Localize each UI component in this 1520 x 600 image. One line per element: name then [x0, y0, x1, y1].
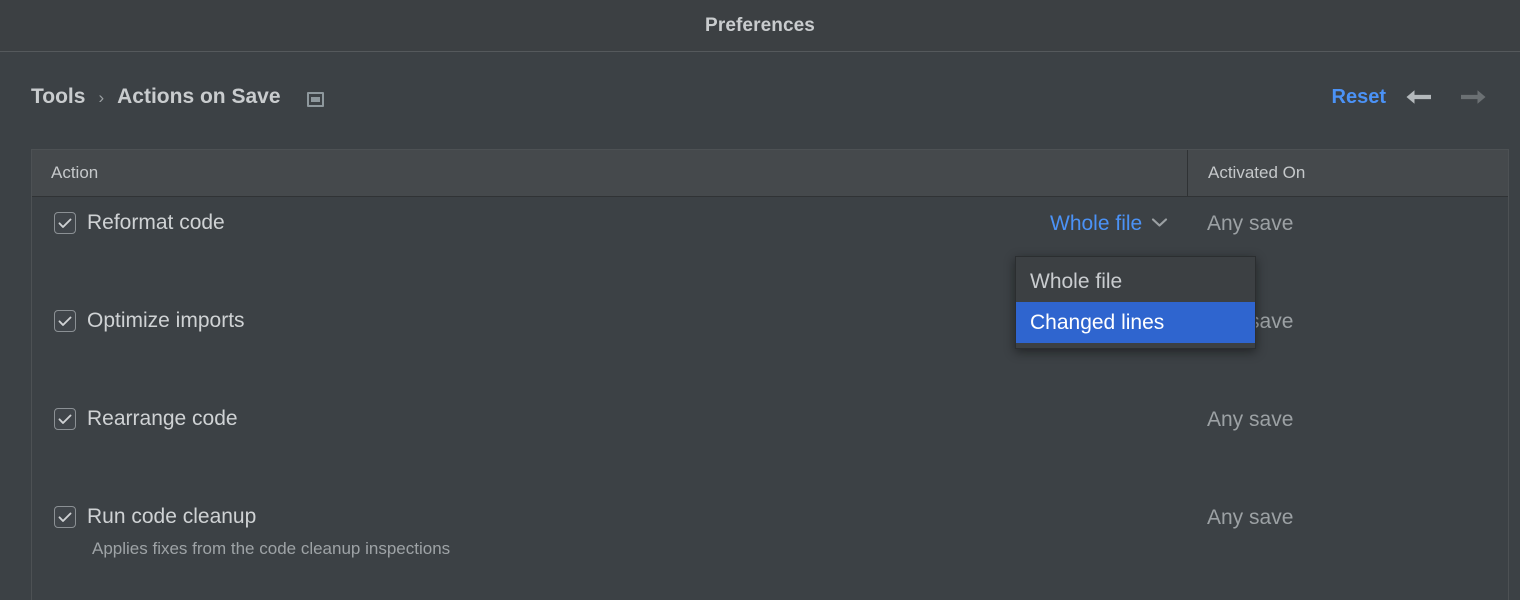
arrow-right-icon[interactable] [1446, 77, 1500, 117]
checkbox-reformat-code[interactable] [54, 212, 76, 234]
table-row[interactable]: Reformat code Whole file Any save [32, 197, 1508, 295]
column-header-action[interactable]: Action [32, 150, 1187, 196]
row-label: Reformat code [87, 211, 225, 234]
cell-action: Optimize imports [32, 295, 1187, 333]
cell-activated-on: Any save [1207, 506, 1294, 529]
actions-on-save-table: Action Activated On Reformat code Whole … [31, 149, 1509, 600]
scope-dropdown-value: Whole file [1050, 212, 1143, 235]
scope-dropdown-popup: Whole file Changed lines [1015, 256, 1256, 349]
table-row[interactable]: Rearrange code Any save [32, 393, 1508, 491]
window-title: Preferences [705, 14, 815, 36]
action-main: Rearrange code [54, 407, 1187, 431]
breadcrumb-item-actions-on-save[interactable]: Actions on Save [117, 85, 280, 109]
checkbox-optimize-imports[interactable] [54, 310, 76, 332]
breadcrumb: Tools › Actions on Save [31, 53, 324, 141]
preferences-dialog: Preferences Tools › Actions on Save Rese… [0, 0, 1520, 600]
window-titlebar: Preferences [0, 0, 1520, 52]
action-main: Reformat code [54, 211, 1187, 235]
table-row[interactable]: Run code cleanup Applies fixes from the … [32, 491, 1508, 589]
breadcrumb-item-tools[interactable]: Tools [31, 85, 85, 109]
cell-action: Reformat code [32, 197, 1187, 235]
window-icon [306, 91, 324, 107]
dropdown-option-whole-file[interactable]: Whole file [1016, 261, 1255, 302]
column-header-activated-on[interactable]: Activated On [1187, 150, 1508, 196]
row-label: Run code cleanup [87, 505, 257, 528]
cell-action: Run code cleanup Applies fixes from the … [32, 491, 1187, 559]
action-main: Run code cleanup [54, 505, 1187, 529]
scope-dropdown-reformat-code[interactable]: Whole file [1050, 212, 1168, 236]
cell-action: Rearrange code [32, 393, 1187, 431]
table-header-row: Action Activated On [32, 150, 1508, 197]
row-description: Applies fixes from the code cleanup insp… [92, 539, 451, 558]
dropdown-option-changed-lines[interactable]: Changed lines [1016, 302, 1255, 343]
row-label: Optimize imports [87, 309, 245, 332]
cell-activated-on: Any save [1207, 408, 1294, 431]
cell-activated-on: Any save [1207, 212, 1294, 235]
header-actions: Reset [1326, 53, 1500, 141]
checkbox-run-code-cleanup[interactable] [54, 506, 76, 528]
settings-header: Tools › Actions on Save Reset [0, 53, 1520, 141]
row-label: Rearrange code [87, 407, 238, 430]
table-row[interactable]: Optimize imports Any save [32, 295, 1508, 393]
breadcrumb-separator-icon: › [98, 88, 105, 107]
arrow-left-icon[interactable] [1392, 77, 1446, 117]
checkbox-rearrange-code[interactable] [54, 408, 76, 430]
table-body: Reformat code Whole file Any save Optimi… [32, 197, 1508, 589]
reset-button[interactable]: Reset [1326, 82, 1392, 113]
chevron-down-icon [1151, 215, 1168, 233]
